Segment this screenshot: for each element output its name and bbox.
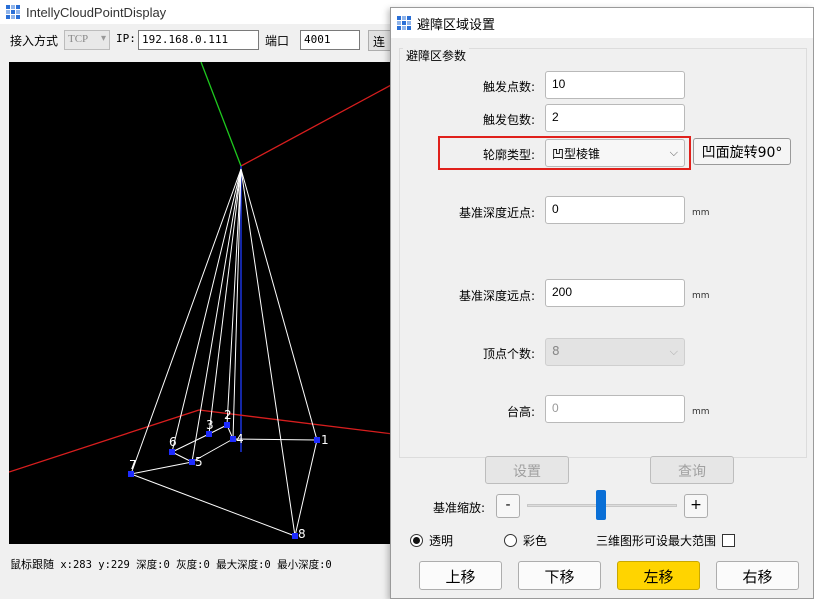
move-up-button[interactable]: 上移 (419, 561, 502, 590)
max-range-box (722, 534, 736, 547)
edge-base (130, 461, 193, 475)
near-depth-unit: mm (692, 208, 710, 218)
status-bar: 鼠标跟随 x:283 y:229 深度:0 灰度:0 最大深度:0 最小深度:0 (10, 556, 332, 572)
colored-radio[interactable]: 彩色 (504, 532, 547, 549)
cursor-readout: x:283 y:229 深度:0 灰度:0 最大深度:0 最小深度:0 (60, 559, 332, 571)
trigger-packets-label: 触发包数: (482, 113, 535, 127)
move-down-button[interactable]: 下移 (518, 561, 601, 590)
main-window-title: IntellyCloudPointDisplay (26, 4, 167, 20)
vertex-count-select[interactable]: 8 ⌵ (545, 338, 685, 366)
vertex-label-6: 6 (169, 435, 177, 449)
edge-apex-3 (208, 168, 242, 435)
scale-label: 基准缩放: (432, 501, 485, 515)
vertex-label-4: 4 (236, 432, 244, 446)
colored-radio-label: 彩色 (523, 534, 548, 548)
transparent-radio-label: 透明 (429, 534, 454, 548)
dialog-app-icon (397, 16, 411, 30)
mode-label: 接入方式 (10, 34, 59, 48)
far-depth-unit: mm (692, 291, 710, 301)
max-range-checkbox[interactable]: 三维图形可设最大范围 (596, 532, 736, 549)
transparent-radio-dot (410, 534, 423, 547)
vertex-count-value: 8 (552, 344, 560, 358)
vertex-count-label: 顶点个数: (482, 347, 535, 361)
scale-plus-button[interactable]: + (684, 494, 708, 518)
vertex-label-2: 2 (224, 408, 232, 422)
vertex-label-1: 1 (321, 433, 329, 447)
near-depth-input[interactable]: 0 (545, 196, 685, 224)
pyramid-wireframe: 12345678 (9, 62, 393, 541)
colored-radio-dot (504, 534, 517, 547)
scale-minus-button[interactable]: - (496, 494, 520, 518)
dialog-title: 避障区域设置 (417, 17, 496, 33)
ip-input[interactable]: 192.168.0.111 (138, 30, 259, 50)
platform-height-label: 台高: (506, 405, 535, 419)
port-input[interactable]: 4001 (300, 30, 360, 50)
edge-base (294, 439, 318, 537)
rotate-90-button[interactable]: 凹面旋转90° (693, 138, 791, 165)
far-depth-input[interactable]: 200 (545, 279, 685, 307)
edge-apex-8 (240, 168, 296, 537)
edge-base (130, 473, 296, 537)
app-icon (6, 5, 20, 19)
mode-select[interactable]: TCP ▾ (64, 30, 110, 50)
far-depth-label: 基准深度远点: (458, 289, 535, 303)
params-group-title: 避障区参数 (403, 47, 470, 64)
chevron-down-icon: ▾ (100, 33, 106, 44)
port-label: 端口 (265, 34, 290, 48)
vertex-marker-6 (169, 449, 175, 455)
ip-label: IP: (116, 32, 136, 45)
trigger-points-input[interactable]: 10 (545, 71, 685, 99)
near-depth-label: 基准深度近点: (458, 206, 535, 220)
set-button[interactable]: 设置 (485, 456, 569, 484)
vertex-label-5: 5 (195, 455, 203, 469)
query-button[interactable]: 查询 (650, 456, 734, 484)
edge-apex-1 (240, 168, 318, 441)
platform-height-unit: mm (692, 407, 710, 417)
connection-toolbar: 接入方式 TCP ▾ IP: 192.168.0.111 端口 4001 连 (0, 28, 408, 52)
point-cloud-viewport[interactable]: 12345678 (9, 62, 393, 544)
chevron-down-icon: ⌵ (669, 345, 678, 358)
platform-height-input[interactable]: 0 (545, 395, 685, 423)
x-axis-line (240, 83, 393, 167)
max-range-label: 三维图形可设最大范围 (596, 534, 717, 548)
mode-value: TCP (68, 33, 89, 45)
y-axis-line (200, 62, 242, 167)
status-label: 鼠标跟随 (10, 558, 54, 571)
edge-apex-2 (226, 168, 242, 426)
edge-base (171, 433, 210, 453)
move-right-button[interactable]: 右移 (716, 561, 799, 590)
transparent-radio[interactable]: 透明 (410, 532, 453, 549)
trigger-points-label: 触发点数: (482, 80, 535, 94)
vertex-marker-1 (314, 437, 320, 443)
dialog-titlebar: 避障区域设置 (391, 8, 813, 38)
edge-apex-7 (130, 168, 242, 475)
move-left-button[interactable]: 左移 (617, 561, 700, 590)
edge-base (232, 438, 318, 441)
trigger-packets-input[interactable]: 2 (545, 104, 685, 132)
contour-type-highlight (438, 136, 691, 170)
vertex-label-7: 7 (129, 458, 137, 472)
vertex-label-8: 8 (298, 527, 306, 541)
scale-slider-thumb[interactable] (596, 490, 606, 520)
vertex-label-3: 3 (206, 418, 214, 432)
vertex-marker-2 (224, 422, 230, 428)
